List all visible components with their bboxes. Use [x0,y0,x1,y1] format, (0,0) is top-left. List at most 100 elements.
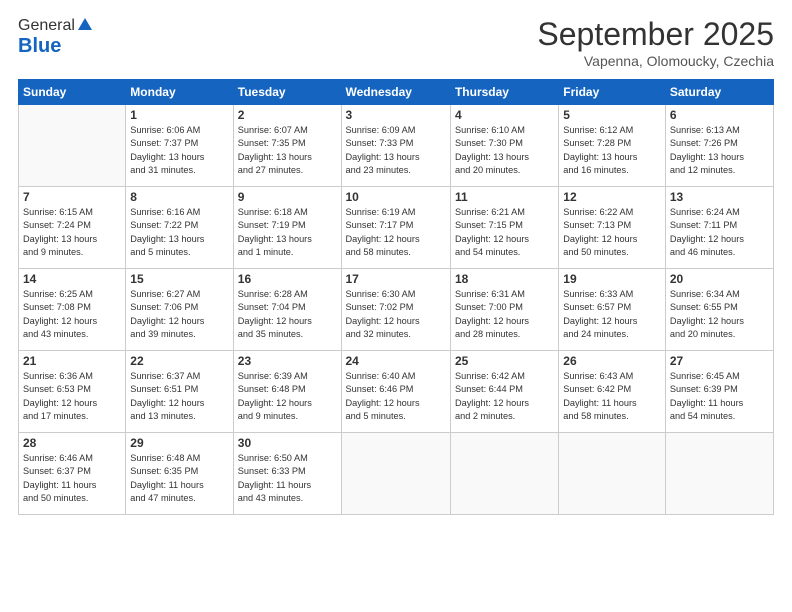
table-row: 30 Sunrise: 6:50 AM Sunset: 6:33 PM Dayli… [233,433,341,515]
day-info: Sunrise: 6:22 AM Sunset: 7:13 PM Dayligh… [563,206,661,259]
day-number: 26 [563,354,661,368]
table-row: 22 Sunrise: 6:37 AM Sunset: 6:51 PM Dayli… [126,351,233,433]
table-row: 1 Sunrise: 6:06 AM Sunset: 7:37 PM Daylig… [126,105,233,187]
day-info: Sunrise: 6:09 AM Sunset: 7:33 PM Dayligh… [346,124,446,177]
day-number: 10 [346,190,446,204]
day-info: Sunrise: 6:28 AM Sunset: 7:04 PM Dayligh… [238,288,337,341]
day-number: 16 [238,272,337,286]
day-info: Sunrise: 6:16 AM Sunset: 7:22 PM Dayligh… [130,206,228,259]
table-row: 7 Sunrise: 6:15 AM Sunset: 7:24 PM Daylig… [19,187,126,269]
logo: General Blue [18,16,94,58]
table-row: 20 Sunrise: 6:34 AM Sunset: 6:55 PM Dayli… [665,269,773,351]
day-number: 25 [455,354,554,368]
table-row [665,433,773,515]
day-number: 23 [238,354,337,368]
table-row [450,433,558,515]
header-thursday: Thursday [450,80,558,105]
day-number: 8 [130,190,228,204]
day-number: 4 [455,108,554,122]
table-row: 29 Sunrise: 6:48 AM Sunset: 6:35 PM Dayli… [126,433,233,515]
table-row: 21 Sunrise: 6:36 AM Sunset: 6:53 PM Dayli… [19,351,126,433]
day-number: 2 [238,108,337,122]
day-number: 1 [130,108,228,122]
table-row: 14 Sunrise: 6:25 AM Sunset: 7:08 PM Dayli… [19,269,126,351]
day-info: Sunrise: 6:42 AM Sunset: 6:44 PM Dayligh… [455,370,554,423]
table-row: 17 Sunrise: 6:30 AM Sunset: 7:02 PM Dayli… [341,269,450,351]
day-info: Sunrise: 6:07 AM Sunset: 7:35 PM Dayligh… [238,124,337,177]
calendar-header-row: Sunday Monday Tuesday Wednesday Thursday… [19,80,774,105]
logo-blue-text: Blue [18,35,61,58]
day-number: 14 [23,272,121,286]
table-row: 16 Sunrise: 6:28 AM Sunset: 7:04 PM Dayli… [233,269,341,351]
day-info: Sunrise: 6:18 AM Sunset: 7:19 PM Dayligh… [238,206,337,259]
day-number: 17 [346,272,446,286]
day-number: 29 [130,436,228,450]
day-info: Sunrise: 6:33 AM Sunset: 6:57 PM Dayligh… [563,288,661,341]
day-info: Sunrise: 6:34 AM Sunset: 6:55 PM Dayligh… [670,288,769,341]
day-number: 30 [238,436,337,450]
day-info: Sunrise: 6:10 AM Sunset: 7:30 PM Dayligh… [455,124,554,177]
table-row: 23Sunrise: 6:39 AM Sunset: 6:48 PM Dayli… [233,351,341,433]
table-row: 25 Sunrise: 6:42 AM Sunset: 6:44 PM Dayli… [450,351,558,433]
table-row: 13 Sunrise: 6:24 AM Sunset: 7:11 PM Dayli… [665,187,773,269]
day-info: Sunrise: 6:48 AM Sunset: 6:35 PM Dayligh… [130,452,228,505]
day-number: 20 [670,272,769,286]
day-number: 7 [23,190,121,204]
day-number: 5 [563,108,661,122]
table-row: 19Sunrise: 6:33 AM Sunset: 6:57 PM Dayli… [559,269,666,351]
table-row: 28 Sunrise: 6:46 AM Sunset: 6:37 PM Dayli… [19,433,126,515]
day-info: Sunrise: 6:15 AM Sunset: 7:24 PM Dayligh… [23,206,121,259]
logo-general-text: General [18,17,75,35]
header-tuesday: Tuesday [233,80,341,105]
table-row: 4 Sunrise: 6:10 AM Sunset: 7:30 PM Daylig… [450,105,558,187]
day-number: 11 [455,190,554,204]
day-number: 12 [563,190,661,204]
table-row: 10 Sunrise: 6:19 AM Sunset: 7:17 PM Dayli… [341,187,450,269]
day-number: 27 [670,354,769,368]
day-number: 3 [346,108,446,122]
table-row: 12 Sunrise: 6:22 AM Sunset: 7:13 PM Dayli… [559,187,666,269]
day-info: Sunrise: 6:37 AM Sunset: 6:51 PM Dayligh… [130,370,228,423]
header-saturday: Saturday [665,80,773,105]
table-row: 24 Sunrise: 6:40 AM Sunset: 6:46 PM Dayli… [341,351,450,433]
day-info: Sunrise: 6:46 AM Sunset: 6:37 PM Dayligh… [23,452,121,505]
day-number: 22 [130,354,228,368]
page: General Blue September 2025 Vapenna, Olo… [0,0,792,612]
day-info: Sunrise: 6:27 AM Sunset: 7:06 PM Dayligh… [130,288,228,341]
table-row [19,105,126,187]
title-block: September 2025 Vapenna, Olomoucky, Czech… [537,16,774,69]
table-row: 9Sunrise: 6:18 AM Sunset: 7:19 PM Daylig… [233,187,341,269]
logo-icon [76,16,94,34]
day-number: 24 [346,354,446,368]
day-number: 18 [455,272,554,286]
day-info: Sunrise: 6:43 AM Sunset: 6:42 PM Dayligh… [563,370,661,423]
location-subtitle: Vapenna, Olomoucky, Czechia [537,53,774,69]
day-number: 13 [670,190,769,204]
day-info: Sunrise: 6:25 AM Sunset: 7:08 PM Dayligh… [23,288,121,341]
month-title: September 2025 [537,16,774,53]
header: General Blue September 2025 Vapenna, Olo… [18,16,774,69]
table-row: 11 Sunrise: 6:21 AM Sunset: 7:15 PM Dayli… [450,187,558,269]
day-number: 28 [23,436,121,450]
day-number: 15 [130,272,228,286]
day-info: Sunrise: 6:21 AM Sunset: 7:15 PM Dayligh… [455,206,554,259]
day-info: Sunrise: 6:36 AM Sunset: 6:53 PM Dayligh… [23,370,121,423]
table-row: 5Sunrise: 6:12 AM Sunset: 7:28 PM Daylig… [559,105,666,187]
day-number: 6 [670,108,769,122]
day-number: 21 [23,354,121,368]
day-info: Sunrise: 6:24 AM Sunset: 7:11 PM Dayligh… [670,206,769,259]
day-info: Sunrise: 6:06 AM Sunset: 7:37 PM Dayligh… [130,124,228,177]
table-row: 18Sunrise: 6:31 AM Sunset: 7:00 PM Dayli… [450,269,558,351]
header-wednesday: Wednesday [341,80,450,105]
table-row: 15 Sunrise: 6:27 AM Sunset: 7:06 PM Dayli… [126,269,233,351]
table-row [341,433,450,515]
table-row: 2 Sunrise: 6:07 AM Sunset: 7:35 PM Daylig… [233,105,341,187]
day-info: Sunrise: 6:50 AM Sunset: 6:33 PM Dayligh… [238,452,337,505]
day-info: Sunrise: 6:40 AM Sunset: 6:46 PM Dayligh… [346,370,446,423]
day-info: Sunrise: 6:45 AM Sunset: 6:39 PM Dayligh… [670,370,769,423]
header-friday: Friday [559,80,666,105]
table-row: 3 Sunrise: 6:09 AM Sunset: 7:33 PM Daylig… [341,105,450,187]
day-info: Sunrise: 6:19 AM Sunset: 7:17 PM Dayligh… [346,206,446,259]
table-row: 26 Sunrise: 6:43 AM Sunset: 6:42 PM Dayli… [559,351,666,433]
day-info: Sunrise: 6:30 AM Sunset: 7:02 PM Dayligh… [346,288,446,341]
